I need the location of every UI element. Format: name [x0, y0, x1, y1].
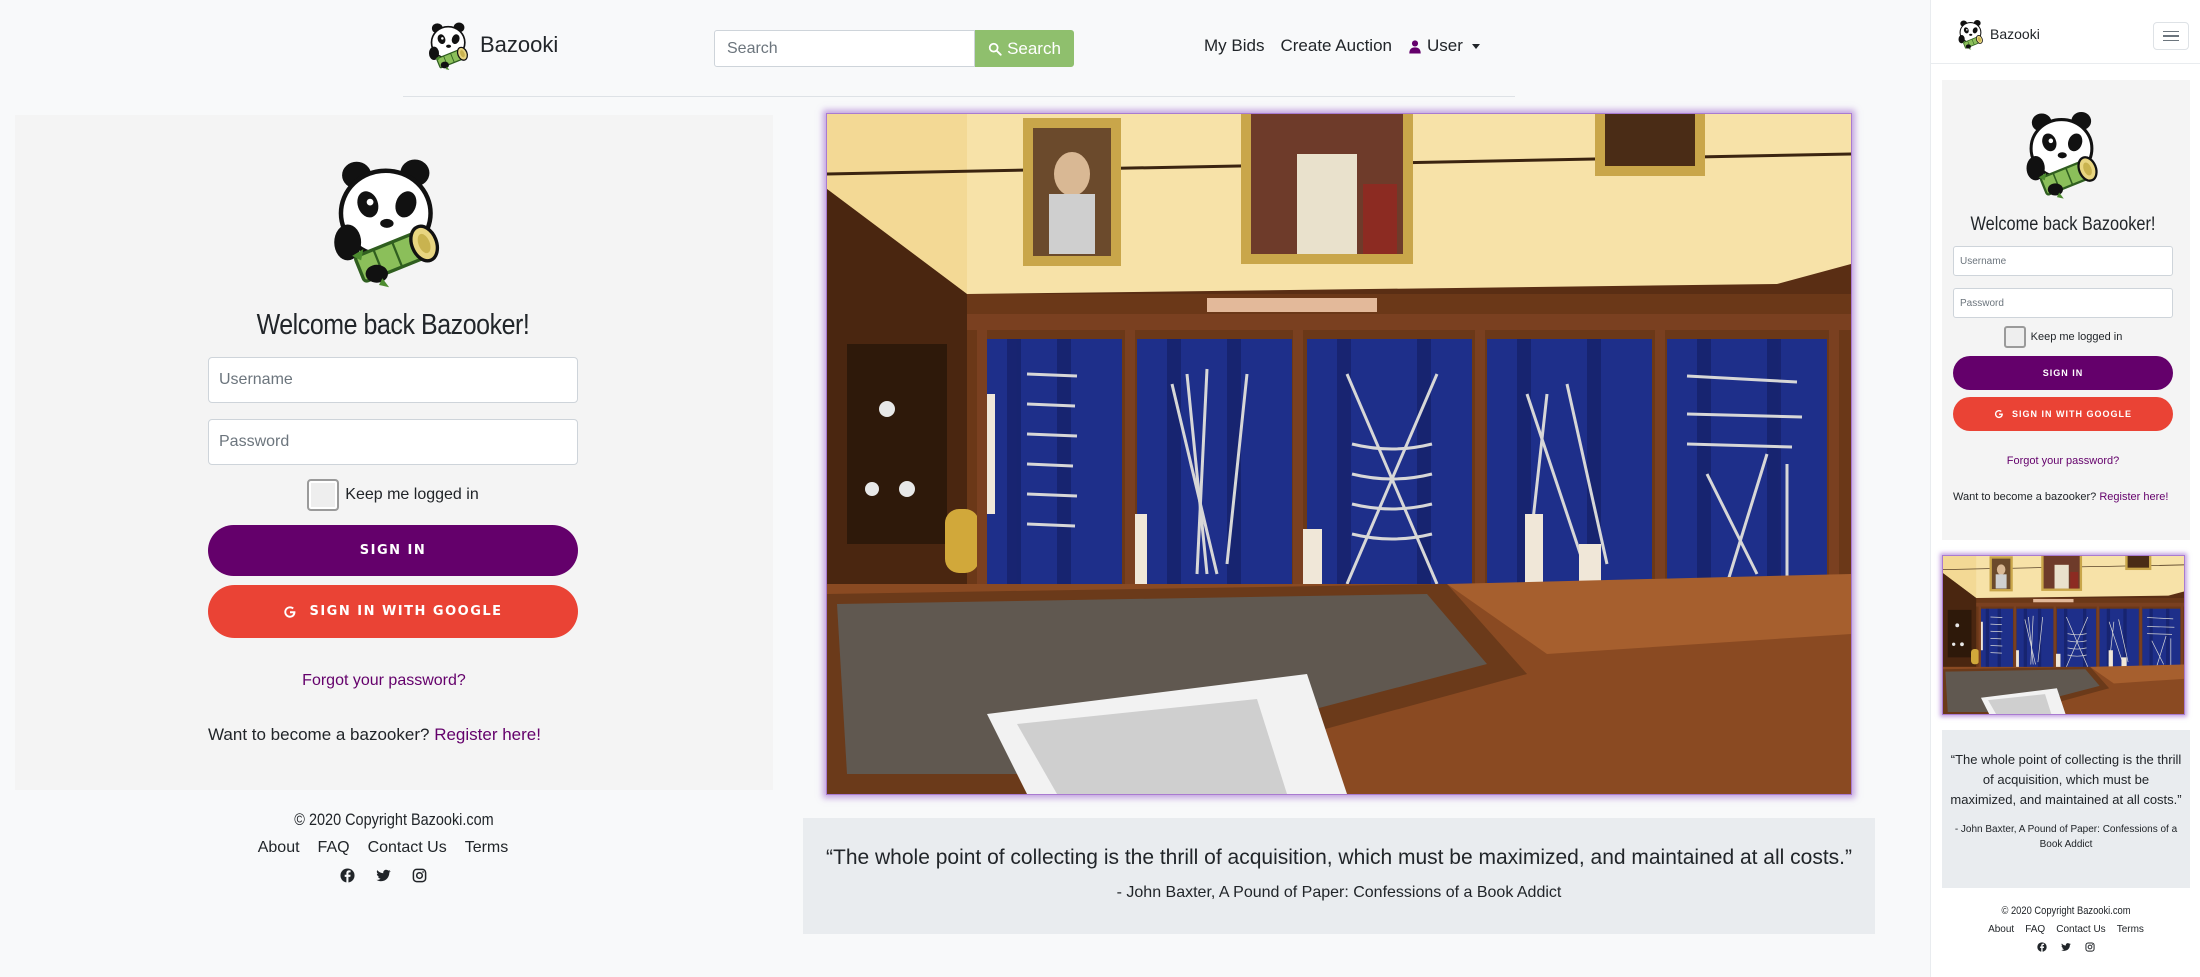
museum-display-image [827, 114, 1851, 794]
quote-box: “The whole point of collecting is the th… [803, 818, 1875, 934]
mobile-remember-label: Keep me logged in [2030, 331, 2123, 343]
mobile-welcome-heading: Welcome back Bazooker! [1970, 214, 2156, 235]
remember-me: Keep me logged in [208, 479, 578, 511]
mobile-footer-link-faq[interactable]: FAQ [2025, 924, 2045, 935]
mobile-footer-link-about[interactable]: About [1988, 924, 2014, 935]
mobile-login-form: Welcome back Bazooker! Keep me logged in… [1953, 102, 2173, 506]
panda-mascot-icon [2025, 102, 2101, 204]
mobile-remember-checkbox[interactable] [2003, 326, 2026, 348]
mobile-forgot-password-link[interactable]: Forgot your password? [1953, 455, 2173, 467]
forgot-password-link[interactable]: Forgot your password? [190, 672, 578, 690]
quote-author: - John Baxter, A Pound of Paper: Confess… [1116, 884, 1562, 901]
caret-down-icon [1471, 43, 1480, 49]
mobile-login-panel: Welcome back Bazooker! Keep me logged in… [1942, 80, 2190, 540]
nav-links: My Bids Create Auction User [1204, 36, 1480, 56]
search-input[interactable] [714, 30, 975, 67]
panda-mascot-icon [332, 145, 444, 295]
mobile-navbar: Bazooki [1931, 0, 2200, 64]
mobile-username-input[interactable] [1953, 246, 2173, 276]
mobile-remember-me: Keep me logged in [1953, 326, 2173, 348]
search-button-label: Search [1007, 38, 1061, 58]
sign-in-button[interactable]: SIGN IN [208, 525, 578, 576]
footer-links: About FAQ Contact Us Terms [0, 839, 773, 857]
mobile-footer-links: About FAQ Contact Us Terms [1942, 924, 2190, 935]
footer: © 2020 Copyright Bazooki.com About FAQ C… [15, 810, 773, 883]
nav-my-bids[interactable]: My Bids [1204, 36, 1264, 56]
desktop-view: Bazooki Search My Bids Create Auction Us… [0, 0, 1918, 977]
login-panel: Welcome back Bazooker! Keep me logged in… [15, 115, 773, 790]
user-icon [1408, 39, 1422, 54]
twitter-icon[interactable] [376, 868, 391, 883]
twitter-icon[interactable] [2061, 942, 2071, 952]
social-links [0, 868, 773, 883]
mobile-view: Bazooki Welcome back Bazooker! Keep me l… [1930, 0, 2200, 977]
mobile-register-prompt: Want to become a bazooker? Register here… [1953, 489, 2173, 506]
welcome-heading: Welcome back Bazooker! [256, 309, 530, 341]
google-sign-in-label: SIGN IN WITH GOOGLE [309, 604, 503, 619]
panda-mascot [198, 145, 578, 295]
register-prompt: Want to become a bazooker? Register here… [208, 725, 578, 745]
hero-image [826, 113, 1852, 795]
navbar: Bazooki Search My Bids Create Auction Us… [0, 0, 1918, 96]
mobile-password-input[interactable] [1953, 288, 2173, 318]
footer-link-contact[interactable]: Contact Us [368, 839, 447, 857]
mobile-hero-image [1942, 555, 2185, 715]
facebook-icon[interactable] [340, 868, 355, 883]
login-form: Welcome back Bazooker! Keep me logged in… [208, 145, 578, 745]
mobile-sign-in-button[interactable]: SIGN IN [1953, 356, 2173, 390]
instagram-icon[interactable] [2085, 942, 2095, 952]
museum-display-image [1943, 556, 2185, 715]
mobile-brand-logo-link[interactable]: Bazooki [1958, 17, 2040, 51]
panda-logo-icon [1958, 17, 1984, 51]
password-input[interactable] [208, 419, 578, 465]
register-link[interactable]: Register here! [434, 725, 541, 744]
remember-label: Keep me logged in [345, 486, 479, 503]
facebook-icon[interactable] [2037, 942, 2047, 952]
google-icon [1994, 409, 2004, 419]
mobile-register-prompt-text: Want to become a bazooker? [1953, 491, 2097, 503]
copyright: © 2020 Copyright Bazooki.com [294, 810, 494, 829]
mobile-quote-box: “The whole point of collecting is the th… [1942, 730, 2190, 888]
mobile-footer-link-terms[interactable]: Terms [2117, 924, 2144, 935]
panda-logo-icon [428, 20, 470, 70]
mobile-google-sign-in-button[interactable]: SIGN IN WITH GOOGLE [1953, 397, 2173, 431]
brand-logo-link[interactable]: Bazooki [428, 20, 558, 70]
user-dropdown[interactable]: User [1408, 36, 1480, 56]
mobile-footer-link-contact[interactable]: Contact Us [2056, 924, 2105, 935]
nav-create-auction[interactable]: Create Auction [1280, 36, 1392, 56]
brand-name: Bazooki [480, 32, 559, 57]
footer-link-about[interactable]: About [258, 839, 300, 857]
search-icon [988, 42, 1002, 56]
quote-text: “The whole point of collecting is the th… [826, 846, 1852, 869]
register-prompt-text: Want to become a bazooker? [208, 725, 430, 744]
username-input[interactable] [208, 357, 578, 403]
user-label: User [1426, 36, 1463, 55]
mobile-copyright: © 2020 Copyright Bazooki.com [2001, 905, 2131, 917]
mobile-google-sign-in-label: SIGN IN WITH GOOGLE [2012, 409, 2132, 419]
mobile-register-link[interactable]: Register here! [2099, 491, 2168, 503]
search-button[interactable]: Search [975, 30, 1074, 67]
google-icon [283, 605, 297, 619]
google-sign-in-button[interactable]: SIGN IN WITH GOOGLE [208, 585, 578, 638]
remember-checkbox[interactable] [307, 479, 340, 511]
footer-link-terms[interactable]: Terms [465, 839, 509, 857]
footer-link-faq[interactable]: FAQ [318, 839, 350, 857]
mobile-quote-author: - John Baxter, A Pound of Paper: Confess… [1954, 824, 2178, 850]
hamburger-menu-icon[interactable] [2153, 22, 2189, 50]
mobile-brand-name: Bazooki [1990, 26, 2040, 42]
mobile-panda-mascot [1953, 102, 2173, 204]
mobile-quote-text: “The whole point of collecting is the th… [1950, 752, 2182, 807]
mobile-social-links [1942, 942, 2190, 952]
mobile-footer: © 2020 Copyright Bazooki.com About FAQ C… [1942, 905, 2190, 952]
navbar-divider [403, 96, 1515, 97]
instagram-icon[interactable] [412, 868, 427, 883]
